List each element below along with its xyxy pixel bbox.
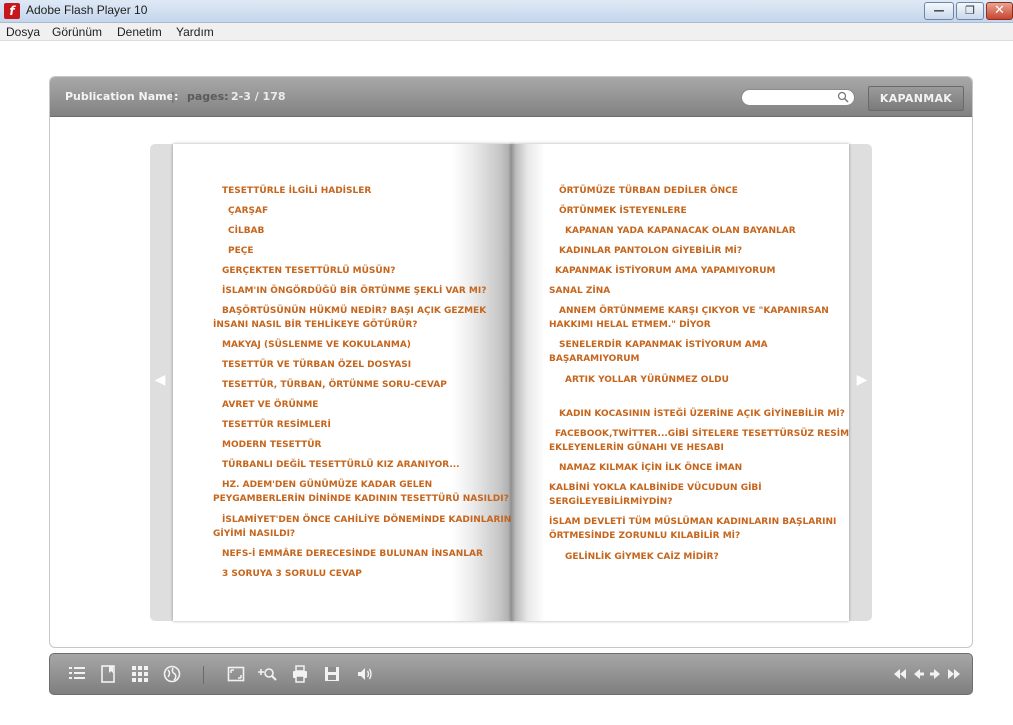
left-page[interactable]: TESETTÜRLE İLGİLİ HADİSLER ÇARŞAF CİLBAB PE… — [173, 144, 513, 621]
next-page-arrow[interactable]: ▶ — [856, 372, 868, 388]
close-icon: ✕ — [994, 3, 1005, 18]
toc-link[interactable]: FACEBOOK,TWİTTER...GİBİ SİTELERE TESETTÜ… — [555, 427, 849, 441]
toc-link[interactable]: TÜRBANLI DEĞİL TESETTÜRLÜ KIZ ARANIYOR..… — [222, 458, 460, 472]
toc-link[interactable]: GİYİMİ NASILDI? — [213, 527, 295, 541]
table-of-contents-icon[interactable] — [67, 664, 87, 684]
previous-page-icon[interactable] — [908, 664, 928, 684]
page-indicator: 2-3 / 178 — [231, 90, 286, 103]
flipbook-viewer: Publication Name: | pages: 2-3 / 178 KAP… — [49, 76, 973, 648]
toc-link[interactable]: NEFS-İ EMMÂRE DERECESİNDE BULUNAN İNSANL… — [222, 547, 483, 561]
toc-link[interactable]: İSLAM'IN ÖNGÖRDÜĞÜ BİR ÖRTÜNME ŞEKLİ VAR… — [222, 284, 486, 298]
toc-link[interactable]: ANNEM ÖRTÜNMEME KARŞI ÇIKYOR VE "KAPANIR… — [559, 304, 829, 318]
close-button[interactable]: KAPANMAK — [868, 86, 964, 111]
toc-link[interactable]: PEÇE — [228, 244, 254, 258]
toc-link[interactable]: TESETTÜRLE İLGİLİ HADİSLER — [222, 184, 371, 198]
toc-link[interactable]: PEYGAMBERLERİN DİNİNDE KADININ TESETTÜRÜ… — [213, 492, 509, 506]
toc-link[interactable]: MODERN TESETTÜR — [222, 438, 321, 452]
maximize-button[interactable]: ❐ — [956, 2, 984, 20]
bottom-toolbar — [49, 653, 973, 695]
minimize-icon: — — [933, 4, 945, 17]
next-page-icon[interactable] — [926, 664, 946, 684]
toc-link[interactable]: SERGİLEYEBİLİRMİYDİN? — [549, 495, 672, 509]
minimize-button[interactable]: — — [924, 2, 954, 20]
viewer-top-bar: Publication Name: | pages: 2-3 / 178 KAP… — [50, 77, 972, 117]
share-icon[interactable] — [162, 664, 182, 684]
right-page[interactable]: ÖRTÜMÜZE TÜRBAN DEDİLER ÖNCE ÖRTÜNMEK İST… — [511, 144, 849, 621]
toc-link[interactable]: CİLBAB — [228, 224, 264, 238]
first-page-icon[interactable] — [890, 664, 910, 684]
toc-link[interactable]: MAKYAJ (SÜSLENME VE KOKULANMA) — [222, 338, 411, 352]
toc-link[interactable]: NAMAZ KILMAK İÇİN İLK ÖNCE İMAN — [559, 461, 742, 475]
search-icon[interactable] — [837, 91, 849, 103]
toc-link[interactable]: ARTIK YOLLAR YÜRÜNMEZ OLDU — [565, 373, 729, 387]
flash-app-icon: f — [4, 3, 20, 19]
toc-link[interactable]: İSLAMİYET'DEN ÖNCE CAHİLİYE DÖNEMİNDE KA… — [222, 513, 511, 527]
toc-link[interactable]: TESETTÜR VE TÜRBAN ÖZEL DOSYASI — [222, 358, 411, 372]
sound-icon[interactable] — [355, 664, 375, 684]
search-box[interactable] — [741, 89, 855, 106]
toc-link[interactable]: EKLEYENLERİN GÜNAHI VE HESABI — [549, 441, 724, 455]
title-bar: f Adobe Flash Player 10 — ❐ ✕ — [0, 0, 1013, 23]
toc-link[interactable]: ÖRTMESİNDE ZORUNLU KILABİLİR Mİ? — [549, 529, 740, 543]
header-separator: | — [171, 90, 175, 103]
toc-link[interactable]: İNSANI NASIL BİR TEHLİKEYE GÖTÜRÜR? — [213, 318, 418, 332]
print-icon[interactable] — [290, 664, 310, 684]
toc-link[interactable]: İSLAM DEVLETİ TÜM MÜSLÜMAN KADINLARIN BA… — [549, 515, 836, 529]
toc-link[interactable]: BAŞÖRTÜSÜNÜN HÜKMÜ NEDİR? BAŞI AÇIK GEZM… — [222, 304, 486, 318]
book-stage: ◀ ▶ TESETTÜRLE İLGİLİ HADİSLER ÇARŞAF CİLB… — [150, 144, 872, 621]
toc-link[interactable]: HZ. ADEM'DEN GÜNÜMÜZE KADAR GELEN — [222, 478, 432, 492]
toc-link[interactable]: ÇARŞAF — [228, 204, 268, 218]
toc-link[interactable]: AVRET VE ÖRÜNME — [222, 398, 318, 412]
menu-view[interactable]: Görünüm — [52, 25, 102, 39]
toc-link[interactable]: GERÇEKTEN TESETTÜRLÜ MÜSÜN? — [222, 264, 395, 278]
save-icon[interactable] — [322, 664, 342, 684]
bookmark-icon[interactable] — [98, 664, 118, 684]
pages-label: pages: — [187, 90, 229, 103]
toc-link[interactable]: GELİNLİK GİYMEK CAİZ MİDİR? — [565, 550, 719, 564]
toc-link[interactable]: BAŞARAMIYORUM — [549, 352, 640, 366]
toc-link[interactable]: ÖRTÜNMEK İSTEYENLERE — [559, 204, 687, 218]
menu-help[interactable]: Yardım — [176, 25, 214, 39]
toc-link[interactable]: HAKKIMI HELAL ETMEM." DİYOR — [549, 318, 711, 332]
toc-link[interactable]: TESETTÜR, TÜRBAN, ÖRTÜNME SORU-CEVAP — [222, 378, 447, 392]
toc-link[interactable]: SANAL ZİNA — [549, 284, 610, 298]
menu-control[interactable]: Denetim — [117, 25, 162, 39]
toc-link[interactable]: 3 SORUYA 3 SORULU CEVAP — [222, 567, 362, 581]
toc-link[interactable]: KAPANMAK İSTİYORUM AMA YAPAMIYORUM — [555, 264, 775, 278]
toc-link[interactable]: TESETTÜR RESİMLERİ — [222, 418, 331, 432]
close-window-button[interactable]: ✕ — [986, 2, 1013, 20]
last-page-icon[interactable] — [944, 664, 964, 684]
zoom-in-icon[interactable] — [257, 664, 277, 684]
publication-name-label: Publication Name: — [65, 90, 179, 103]
toc-link[interactable]: KADINLAR PANTOLON GİYEBİLİR Mİ? — [559, 244, 742, 258]
fullscreen-icon[interactable] — [226, 664, 246, 684]
thumbnails-icon[interactable] — [130, 664, 150, 684]
previous-page-arrow[interactable]: ◀ — [154, 372, 166, 388]
toc-link[interactable]: KAPANAN YADA KAPANACAK OLAN BAYANLAR — [565, 224, 796, 238]
menu-file[interactable]: Dosya — [6, 25, 40, 39]
menu-bar: Dosya Görünüm Denetim Yardım — [0, 23, 1013, 41]
toc-link[interactable]: ÖRTÜMÜZE TÜRBAN DEDİLER ÖNCE — [559, 184, 738, 198]
window-title: Adobe Flash Player 10 — [26, 3, 148, 17]
toc-link[interactable]: SENELERDİR KAPANMAK İSTİYORUM AMA — [559, 338, 768, 352]
toc-link[interactable]: KALBİNİ YOKLA KALBİNİDE VÜCUDUN GİBİ — [549, 481, 762, 495]
search-input[interactable] — [748, 91, 834, 104]
restore-icon: ❐ — [965, 4, 975, 17]
toc-link[interactable]: KADIN KOCASININ İSTEĞİ ÜZERİNE AÇIK GİYİ… — [559, 407, 845, 421]
toolbar-divider — [203, 666, 204, 684]
